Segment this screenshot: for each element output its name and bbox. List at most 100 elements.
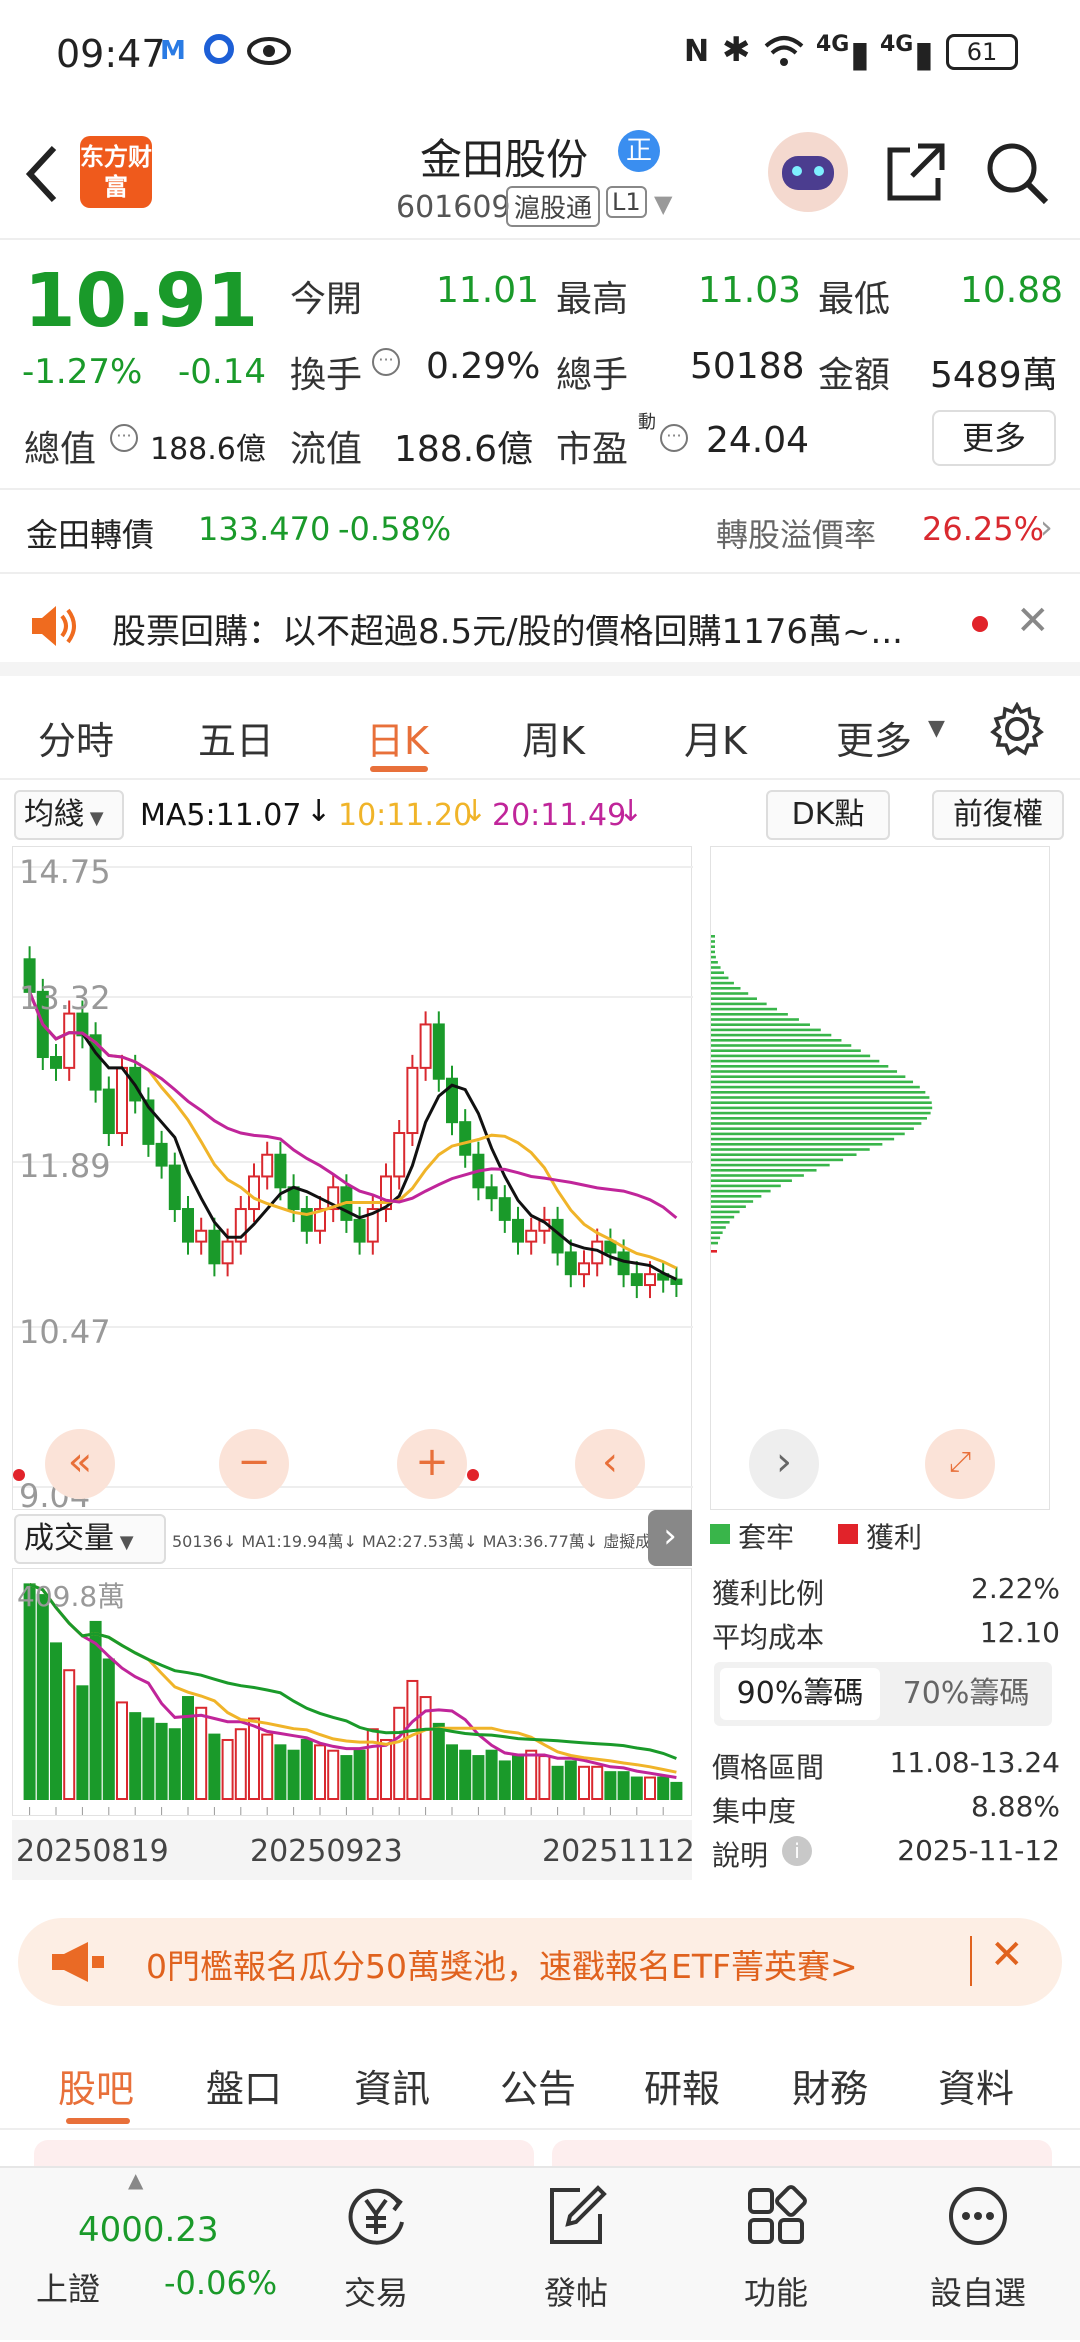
float-value: 188.6億 (394, 429, 534, 470)
change-percent: -1.27% (22, 352, 143, 392)
expand-panel-button[interactable]: › (648, 1510, 692, 1566)
chip-bar (711, 1132, 905, 1136)
concentration-value: 8.88% (971, 1790, 1060, 1823)
profit-ratio-label: 獲利比例 (712, 1577, 825, 1610)
zoom-out-button[interactable]: − (219, 1429, 289, 1499)
gear-icon[interactable] (990, 702, 1044, 756)
expand-icon[interactable]: ⤢ (925, 1429, 995, 1499)
candle-body (406, 1066, 419, 1135)
index-value[interactable]: 4000.23 (78, 2210, 219, 2250)
tab-guba[interactable]: 股吧 (58, 2058, 134, 2113)
rewind-button[interactable]: « (45, 1429, 115, 1499)
adjust-button[interactable]: 前復權 (932, 790, 1064, 840)
candle-body (50, 1056, 62, 1069)
index-pct[interactable]: -0.06% (164, 2264, 277, 2302)
chip-bar (711, 1148, 870, 1151)
nav-functions[interactable]: 功能 (706, 2168, 846, 2342)
close-icon[interactable]: ✕ (990, 1932, 1024, 1978)
tab-minute[interactable]: 分時 (38, 710, 114, 765)
chip-bar (711, 1028, 821, 1032)
index-name[interactable]: 上證 (36, 2264, 100, 2310)
volume-select[interactable]: 成交量 ▼ (14, 1514, 166, 1564)
collapse-icon[interactable]: ▲ (128, 2168, 143, 2192)
price-axis-label: 11.89 (19, 1147, 111, 1185)
tab-research[interactable]: 研報 (644, 2058, 720, 2113)
tab-70-chips[interactable]: 70%籌碼 (886, 1668, 1046, 1720)
dk-point-button[interactable]: DK點 (766, 790, 890, 840)
tab-90-chips[interactable]: 90%籌碼 (720, 1668, 880, 1720)
next-button[interactable]: › (749, 1429, 819, 1499)
volume-label: 總手 (556, 355, 629, 396)
notice-bar[interactable]: 股票回購：以不超過8.5元/股的價格回購1176萬~... ✕ (0, 574, 1080, 676)
chip-bar (711, 1059, 880, 1063)
volume-toolbar: 成交量 ▼ 50136↓ MA1:19.94萬↓ MA2:27.53萬↓ MA3… (12, 1510, 692, 1566)
chip-bar (711, 1002, 767, 1006)
ma20-label: 20:11.49 (492, 798, 627, 833)
tab-daily-k[interactable]: 日K (366, 710, 429, 765)
candle-body (221, 1240, 234, 1265)
chip-bar (711, 1013, 788, 1016)
chip-bar (711, 940, 715, 943)
volume-bar (472, 1755, 485, 1800)
tab-profile[interactable]: 資料 (938, 2058, 1014, 2113)
volume-bar (630, 1776, 643, 1801)
profit-legend-swatch (838, 1524, 858, 1544)
candle-body (208, 1229, 221, 1265)
info-icon[interactable]: ··· (660, 424, 688, 452)
close-icon[interactable]: ✕ (1016, 598, 1050, 644)
back-icon[interactable] (22, 144, 62, 204)
chip-bar (711, 1158, 844, 1162)
chip-bar (711, 1070, 898, 1073)
info-icon[interactable]: ··· (110, 424, 138, 452)
tab-announcements[interactable]: 公告 (500, 2058, 576, 2113)
nav-watchlist[interactable]: 設自選 (908, 2168, 1048, 2342)
content-card-top (552, 2140, 1052, 2166)
zoom-in-button[interactable]: + (397, 1429, 467, 1499)
volume-bar (168, 1728, 181, 1800)
chip-date: 2025-11-12 (897, 1834, 1060, 1867)
tab-monthly-k[interactable]: 月K (684, 710, 747, 765)
volume-bar (76, 1685, 89, 1800)
more-button[interactable]: 更多 (932, 410, 1056, 466)
volume-bar (393, 1706, 406, 1800)
open-value: 11.01 (436, 270, 540, 311)
candle-body (261, 1153, 274, 1178)
tab-order-book[interactable]: 盤口 (206, 2058, 282, 2113)
chip-bar (711, 976, 729, 980)
search-icon[interactable] (984, 140, 1050, 206)
kline-chart[interactable]: 14.75 13.32 11.89 10.47 9.04 « − + ‹ (12, 846, 693, 1515)
volume-bar (406, 1679, 419, 1800)
convertible-bond-row[interactable]: 金田轉債 133.470 -0.58% 轉股溢價率 26.25% › (0, 492, 1080, 574)
chevron-right-icon: › (1040, 508, 1053, 546)
nav-trade[interactable]: 交易 (306, 2168, 446, 2342)
level-tag: L1 (606, 186, 647, 218)
volume-chart[interactable]: 409.8萬 (12, 1568, 692, 1816)
nav-post[interactable]: 發帖 (506, 2168, 646, 2342)
tab-weekly-k[interactable]: 周K (522, 710, 585, 765)
volume-bar (459, 1749, 472, 1801)
info-icon[interactable]: i (782, 1836, 812, 1866)
tab-finance[interactable]: 財務 (792, 2058, 868, 2113)
verified-badge: 正 (618, 130, 660, 172)
ma5-label: MA5:11.07 (140, 798, 302, 833)
chip-bar (711, 1044, 852, 1047)
volume-value: 50188 (690, 346, 805, 387)
app-notif-icon-2 (204, 34, 234, 64)
tab-five-day[interactable]: 五日 (198, 710, 274, 765)
chip-distribution[interactable]: › ⤢ (710, 846, 1050, 1510)
chip-bar (711, 1200, 754, 1203)
tab-more[interactable]: 更多 (836, 710, 912, 765)
active-tab-indicator (370, 766, 428, 772)
prev-button[interactable]: ‹ (575, 1429, 645, 1499)
candle-body (630, 1273, 643, 1287)
promo-banner[interactable]: 0門檻報名瓜分50萬獎池，速戳報名ETF菁英賽> ✕ (18, 1918, 1062, 2006)
share-icon[interactable] (884, 140, 948, 204)
assistant-avatar[interactable] (768, 132, 848, 212)
indicator-select[interactable]: 均綫 ▼ (14, 790, 124, 840)
chip-bar (711, 1169, 817, 1172)
dropdown-icon[interactable]: ▼ (654, 190, 672, 218)
chip-bar (711, 1080, 914, 1084)
info-icon[interactable]: ··· (372, 348, 400, 376)
tab-news[interactable]: 資訊 (354, 2058, 430, 2113)
brand-logo[interactable]: 东方财富 (80, 136, 152, 208)
